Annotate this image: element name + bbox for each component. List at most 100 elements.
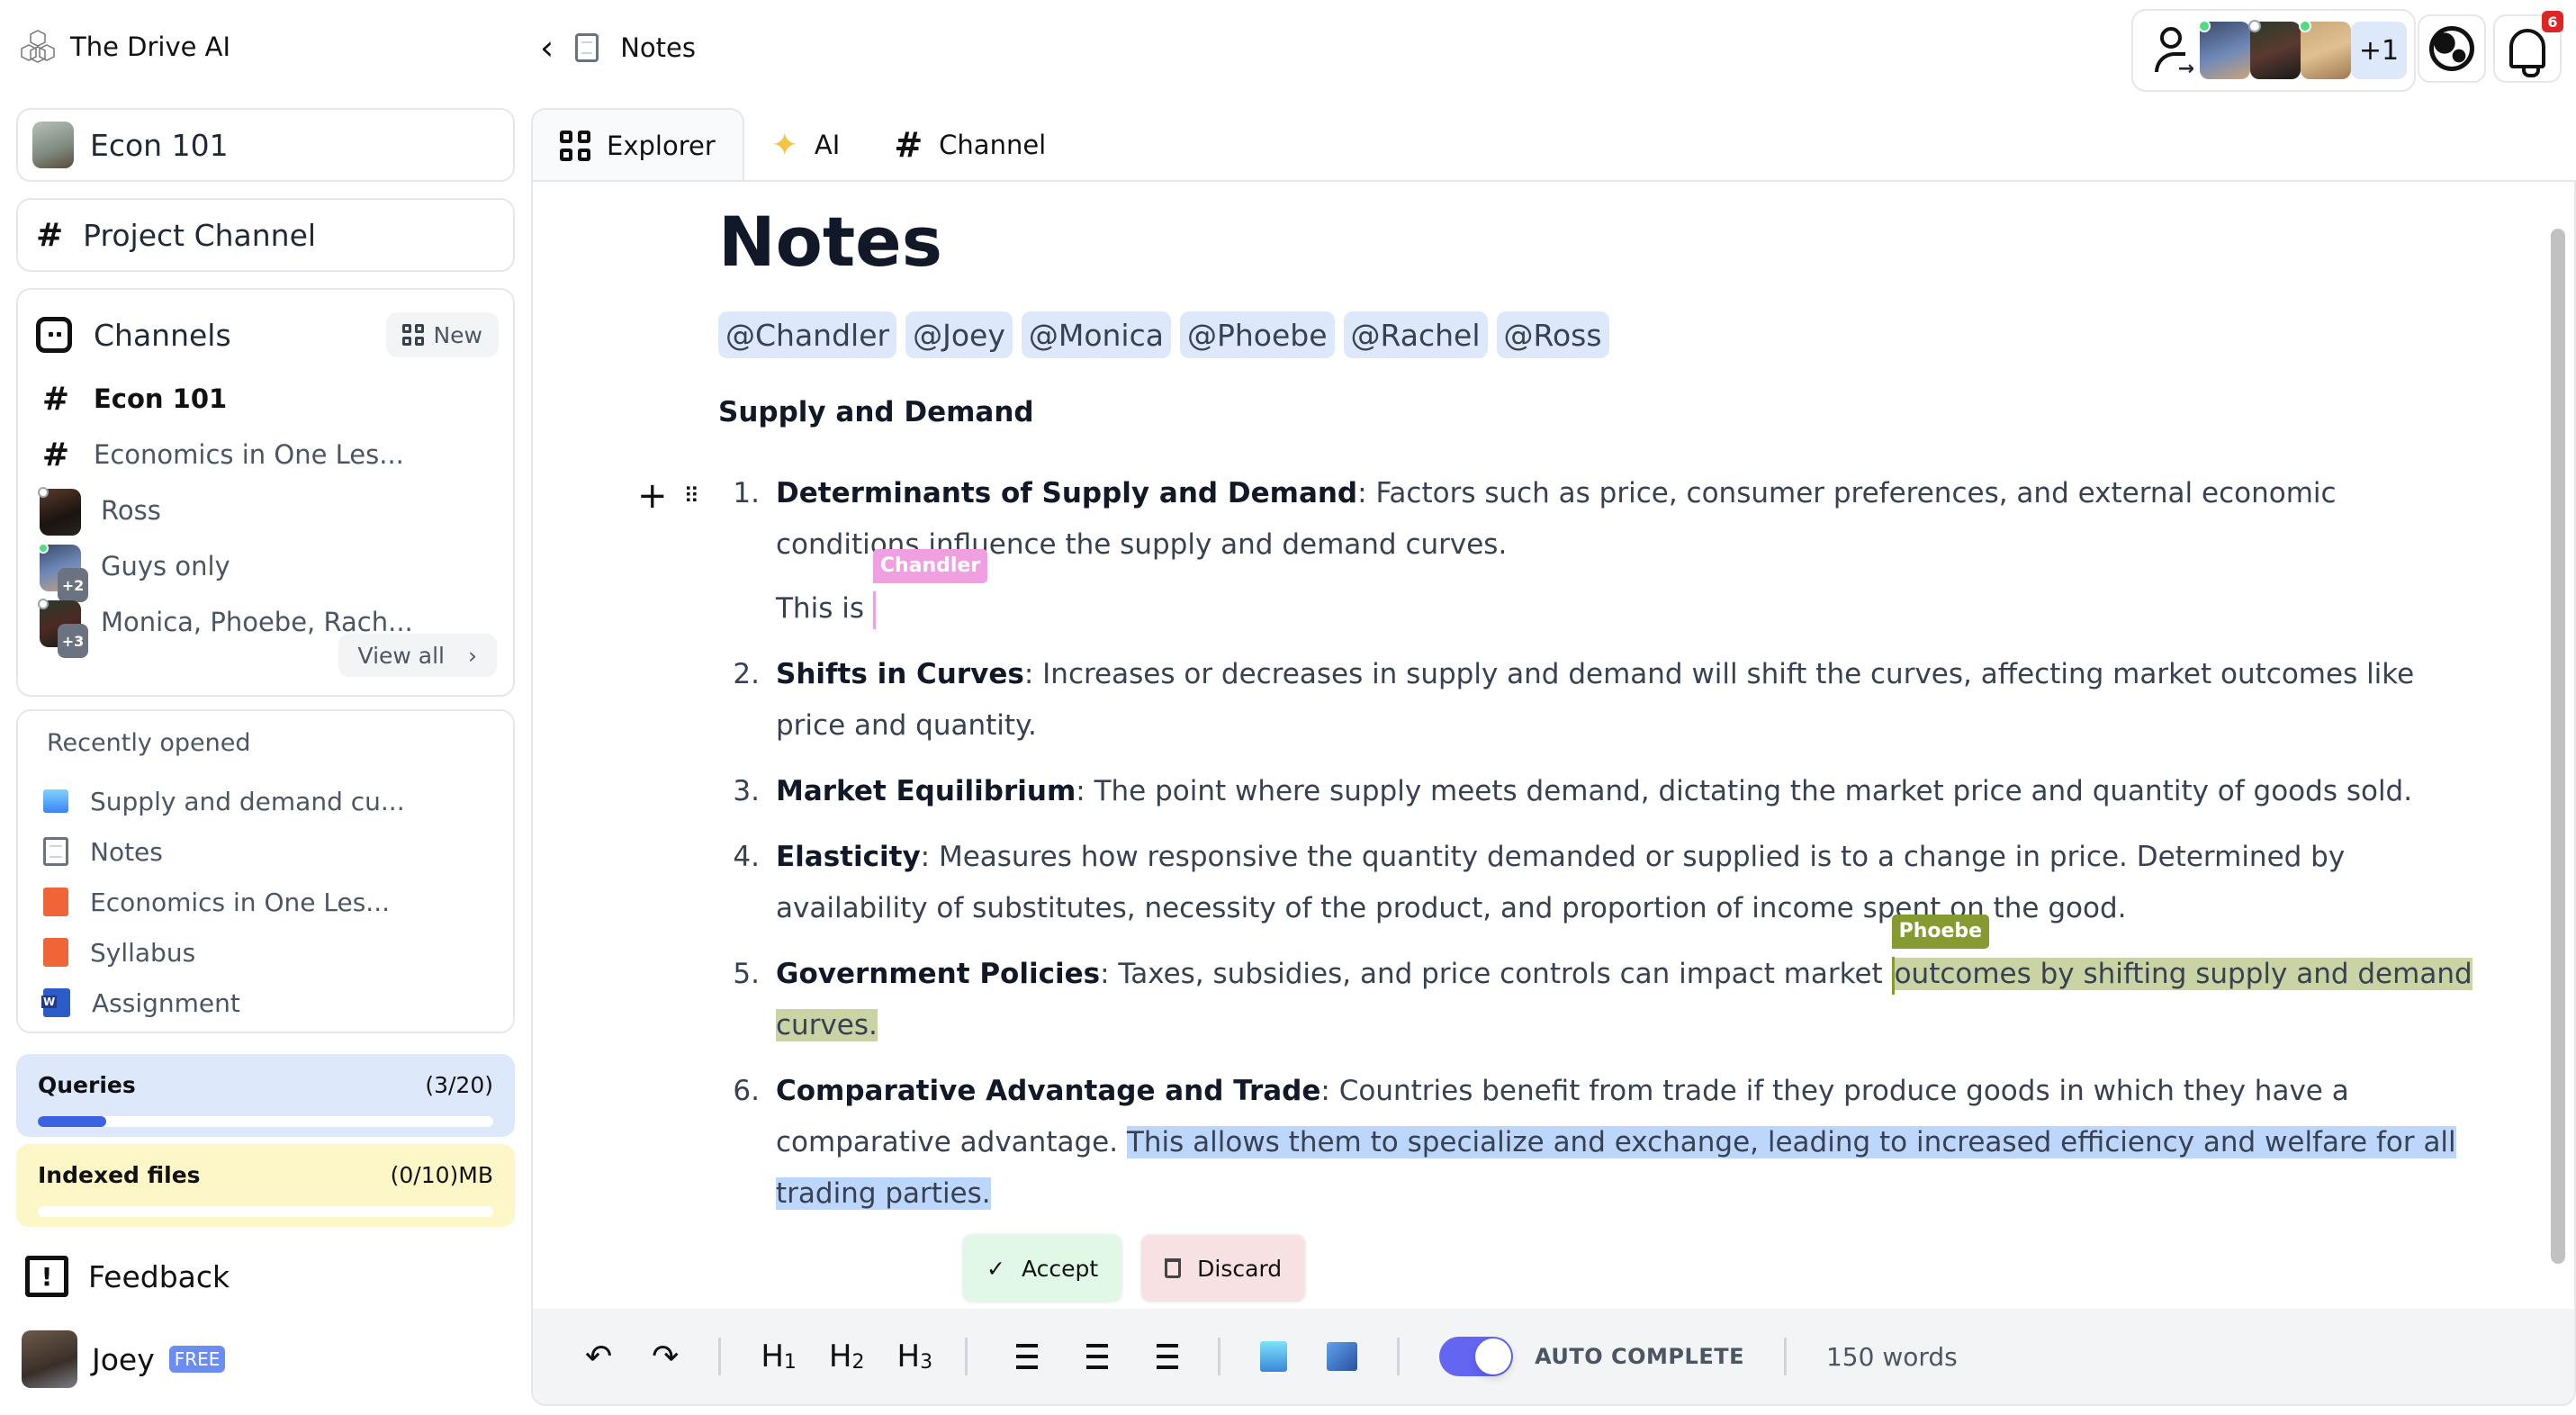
- notifications-button[interactable]: 6: [2493, 11, 2563, 83]
- check-icon: ✓: [986, 1255, 1005, 1282]
- status-offline-indicator: [38, 487, 49, 498]
- user-profile[interactable]: Joey FREE: [22, 1330, 226, 1388]
- recent-item[interactable]: Assignment: [41, 978, 405, 1028]
- insert-image-button[interactable]: [1260, 1341, 1288, 1372]
- tab-channel[interactable]: # Channel: [867, 108, 1073, 182]
- workspace-selector[interactable]: Econ 101: [16, 108, 515, 182]
- recent-item[interactable]: Economics in One Les...: [43, 877, 405, 927]
- recent-item[interactable]: Syllabus: [43, 927, 405, 978]
- collaborator-avatar[interactable]: [2198, 20, 2250, 79]
- channel-item-guys-only[interactable]: +2 Guys only: [38, 538, 499, 602]
- heading-2-label: H: [828, 1338, 852, 1374]
- bullet-list-icon: [1077, 1344, 1109, 1369]
- mention-chip[interactable]: @Joey: [905, 311, 1013, 358]
- brand[interactable]: The Drive AI: [18, 25, 230, 68]
- tab-label: Channel: [939, 130, 1047, 160]
- sidebar: The Drive AI Econ 101 # Project Channel …: [0, 0, 529, 1415]
- plan-badge: FREE: [168, 1346, 226, 1373]
- tab-ai[interactable]: ✦ AI: [744, 108, 868, 182]
- heading-1-label: H: [761, 1338, 784, 1374]
- tab-label: Explorer: [607, 131, 716, 161]
- recent-item[interactable]: Supply and demand cu...: [43, 776, 405, 826]
- toolbar-divider: [718, 1338, 722, 1375]
- document-title[interactable]: Notes: [718, 202, 942, 282]
- insert-video-button[interactable]: [1327, 1342, 1358, 1371]
- collaborator-cursor: Chandler: [872, 549, 988, 635]
- heading-2-button[interactable]: H2: [829, 1338, 865, 1374]
- tab-label: AI: [814, 130, 841, 160]
- mention-list: @Chandler @Joey @Monica @Phoebe @Rachel …: [718, 311, 1609, 358]
- numbered-list-button[interactable]: [1007, 1344, 1039, 1369]
- mention-chip[interactable]: @Ross: [1496, 311, 1609, 358]
- channel-label: Economics in One Les...: [94, 439, 404, 470]
- heading-3-level: 3: [920, 1350, 933, 1374]
- hash-icon: #: [41, 436, 70, 473]
- mention-chip[interactable]: @Phoebe: [1179, 311, 1335, 358]
- avatar: +2: [38, 543, 88, 602]
- project-channel-button[interactable]: # Project Channel: [16, 198, 515, 272]
- note-editor[interactable]: Notes @Chandler @Joey @Monica @Phoebe @R…: [531, 180, 2576, 1406]
- workspace-thumbnail: [32, 122, 74, 168]
- back-chevron-icon[interactable]: ‹: [540, 28, 554, 68]
- notification-count-badge: 6: [2542, 11, 2563, 32]
- status-online-indicator: [38, 543, 49, 554]
- list-number: 1.: [733, 477, 760, 509]
- channel-item-econ-101[interactable]: # Econ 101: [38, 371, 499, 427]
- channel-item-ross[interactable]: Ross: [38, 482, 499, 538]
- channel-item-economics[interactable]: # Economics in One Les...: [38, 427, 499, 482]
- breadcrumb-title: Notes: [620, 32, 696, 63]
- undo-icon[interactable]: ↶: [585, 1338, 612, 1375]
- suggestion-actions: ✓ Accept Discard: [961, 1233, 1308, 1303]
- heading-3-button[interactable]: H3: [897, 1338, 933, 1374]
- add-block-icon[interactable]: +: [637, 475, 668, 517]
- channel-label: Econ 101: [94, 383, 228, 414]
- accept-button[interactable]: ✓ Accept: [961, 1233, 1124, 1303]
- indexed-files-usage: Indexed files (0/10)MB: [16, 1144, 515, 1227]
- list-text: : The point where supply meets demand, d…: [1076, 775, 2413, 807]
- workspace-label: Econ 101: [90, 127, 229, 163]
- view-tabs: Explorer ✦ AI # Channel: [531, 108, 1073, 182]
- list-subtext: This is: [776, 592, 873, 625]
- chat-bubble-icon: [36, 317, 72, 353]
- feedback-icon: !: [25, 1256, 68, 1297]
- editor-scrollbar[interactable]: [2551, 229, 2565, 1264]
- cursor-caret: [872, 590, 876, 629]
- recent-item[interactable]: Notes: [43, 826, 405, 877]
- document-icon: [43, 837, 68, 866]
- new-channel-button[interactable]: New: [386, 312, 499, 357]
- drag-handle-icon[interactable]: ⠿: [684, 483, 700, 509]
- breadcrumb: ‹ Notes: [540, 27, 696, 68]
- tab-explorer[interactable]: Explorer: [531, 108, 744, 182]
- list-item: 4. Elasticity: Measures how responsive t…: [718, 832, 2482, 934]
- image-icon: [1260, 1341, 1288, 1372]
- mention-chip[interactable]: @Monica: [1021, 311, 1171, 358]
- list-term: Market Equilibrium: [776, 775, 1076, 807]
- recent-item-label: Notes: [90, 836, 163, 867]
- auto-complete-toggle[interactable]: [1439, 1337, 1514, 1376]
- language-button[interactable]: [2418, 14, 2486, 83]
- list-term: Comparative Advantage and Trade: [776, 1075, 1321, 1107]
- mention-chip[interactable]: @Chandler: [718, 311, 897, 358]
- collaborator-avatar[interactable]: [2299, 20, 2351, 79]
- feedback-label: Feedback: [88, 1258, 230, 1294]
- mention-chip[interactable]: @Rachel: [1343, 311, 1488, 358]
- share-user-icon[interactable]: →: [2153, 27, 2194, 80]
- view-all-channels-button[interactable]: View all ›: [338, 634, 497, 677]
- checklist-button[interactable]: [1148, 1344, 1179, 1369]
- member-count-badge: +2: [58, 568, 88, 602]
- bullet-list-button[interactable]: [1077, 1344, 1109, 1369]
- queries-progress-fill: [38, 1116, 106, 1127]
- discard-button[interactable]: Discard: [1139, 1233, 1308, 1303]
- app-name: The Drive AI: [70, 32, 231, 62]
- more-collaborators-button[interactable]: +1: [2351, 22, 2407, 79]
- redo-icon[interactable]: ↷: [652, 1338, 679, 1375]
- feedback-button[interactable]: ! Feedback: [25, 1256, 230, 1297]
- note-list: 1. Determinants of Supply and Demand: Fa…: [718, 468, 2482, 1234]
- heading-1-button[interactable]: H1: [761, 1338, 797, 1374]
- add-grid-icon: [402, 324, 425, 346]
- recent-item-label: Economics in One Les...: [90, 887, 390, 917]
- collaborators-bar: → +1: [2131, 9, 2416, 92]
- collaborator-avatar[interactable]: [2248, 20, 2301, 79]
- channel-label: Monica, Phoebe, Rach...: [101, 607, 413, 637]
- queries-usage: Queries (3/20): [16, 1054, 515, 1137]
